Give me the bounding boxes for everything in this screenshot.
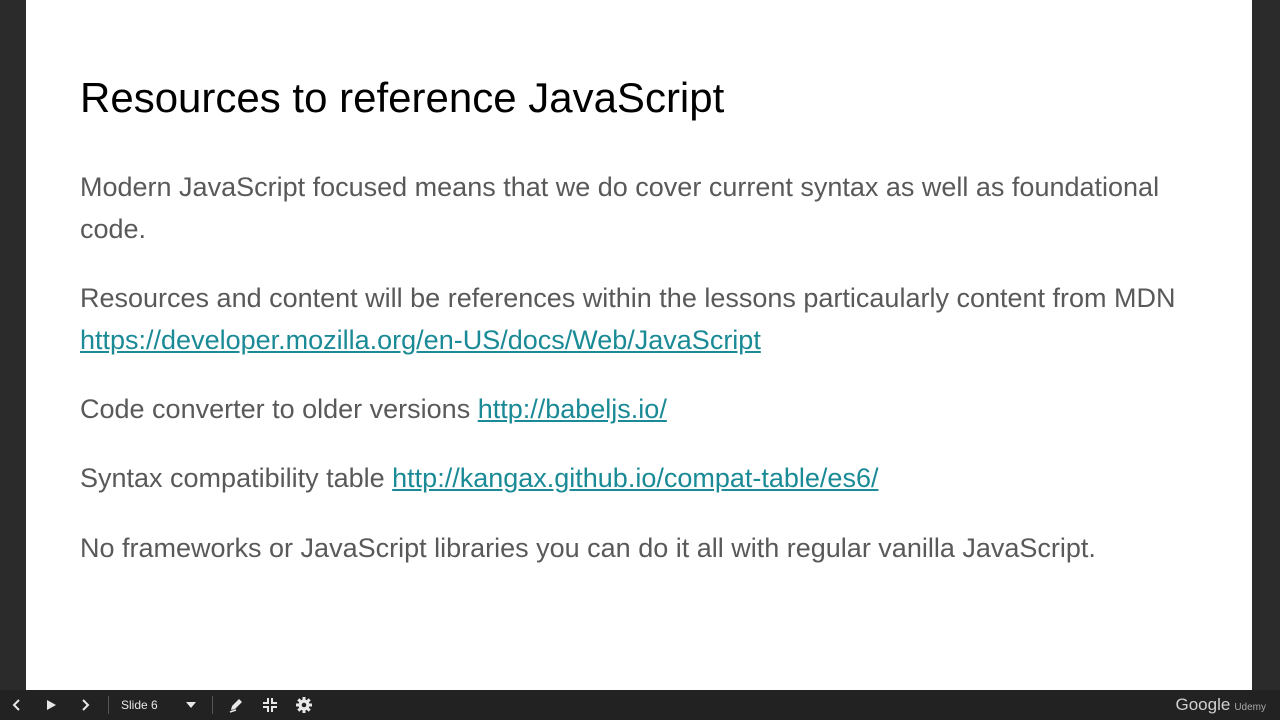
play-button[interactable] <box>34 690 68 720</box>
paragraph-mdn: Resources and content will be references… <box>80 277 1210 361</box>
exit-fullscreen-icon <box>262 698 277 712</box>
compat-table-link[interactable]: http://kangax.github.io/compat-table/es6… <box>392 463 878 493</box>
caret-down-icon <box>185 702 196 708</box>
pen-tool-button[interactable] <box>219 690 253 720</box>
paragraph-text: Resources and content will be references… <box>80 283 1176 313</box>
paragraph-babel: Code converter to older versions http://… <box>80 388 667 430</box>
gear-icon <box>295 697 312 713</box>
paragraph-compat-table: Syntax compatibility table http://kangax… <box>80 457 878 499</box>
next-slide-button[interactable] <box>68 690 102 720</box>
mdn-link[interactable]: https://developer.mozilla.org/en-US/docs… <box>80 325 761 355</box>
slide-canvas: Resources to reference JavaScript Modern… <box>26 0 1252 690</box>
pen-icon <box>229 699 242 713</box>
previous-slide-button[interactable] <box>0 690 34 720</box>
slide-number-label: Slide 6 <box>121 698 158 712</box>
slide-selector[interactable]: Slide 6 <box>115 698 206 712</box>
toolbar-divider <box>108 696 109 714</box>
udemy-watermark: Udemy <box>1234 702 1266 713</box>
paragraph-text: Syntax compatibility table <box>80 463 393 493</box>
paragraph-no-frameworks: No frameworks or JavaScript libraries yo… <box>80 527 1180 569</box>
paragraph-text: Code converter to older versions <box>80 394 478 424</box>
presentation-toolbar: Slide 6 Google Udemy <box>0 690 1280 720</box>
slide-title: Resources to reference JavaScript <box>80 74 725 121</box>
paragraph-text: No frameworks or JavaScript libraries yo… <box>80 533 1096 563</box>
toolbar-divider <box>211 696 213 714</box>
chevron-left-icon <box>12 699 20 711</box>
babel-link[interactable]: http://babeljs.io/ <box>478 394 667 424</box>
paragraph-modern-js: Modern JavaScript focused means that we … <box>80 166 1200 250</box>
settings-button[interactable] <box>287 690 321 720</box>
exit-fullscreen-button[interactable] <box>253 690 287 720</box>
play-icon <box>47 700 56 710</box>
google-logo: Google <box>1175 695 1231 714</box>
chevron-right-icon <box>82 699 90 711</box>
paragraph-text: Modern JavaScript focused means that we … <box>80 172 1160 244</box>
brand-logo: Google Udemy <box>1175 695 1266 715</box>
